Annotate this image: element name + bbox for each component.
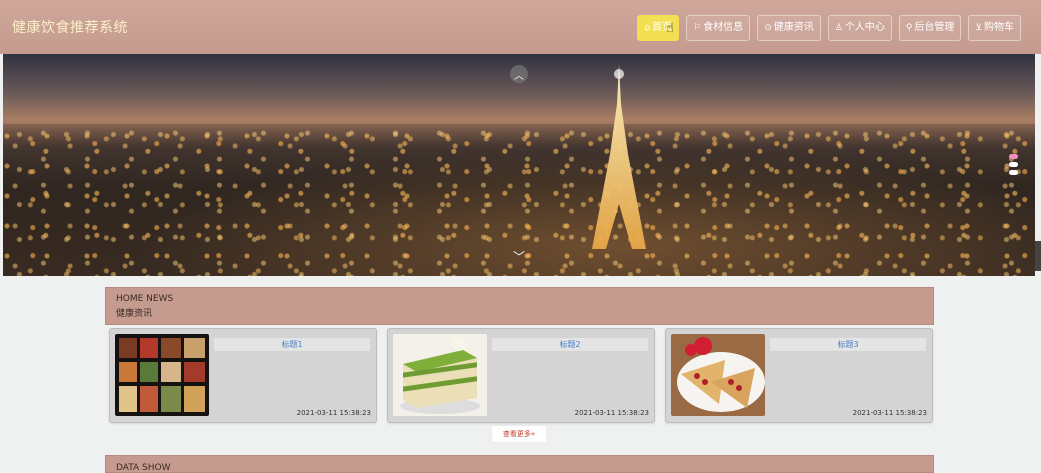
carousel-dot-3[interactable] [1009,170,1018,175]
double-chevron-right-icon: » [530,430,536,438]
news-en-title: HOME NEWS [116,294,174,304]
main-nav: ⌂ 首页 ⚐ 食材信息 ⊙ 健康资讯 ♙ 个人中心 ⚲ 后台管理 ⊻ 购物车 [637,15,1021,41]
nav-ingredients-label: 食材信息 [703,22,744,33]
carousel-dot-1[interactable] [1009,154,1018,159]
news-card[interactable]: 标题2 2021-03-11 15:38:23 [387,328,655,423]
nav-health-news[interactable]: ⊙ 健康资讯 [757,15,821,41]
bento-box-image [115,334,209,416]
nav-health-news-label: 健康资讯 [773,22,814,33]
flag-icon: ⚐ [693,23,702,33]
top-header: 健康饮食推荐系统 ⌂ 首页 ⚐ 食材信息 ⊙ 健康资讯 ♙ 个人中心 ⚲ 后台管… [0,0,1041,54]
home-icon: ⌂ [644,23,651,33]
view-more-label: 查看更多 [502,430,531,438]
news-card-time: 2021-03-11 15:38:23 [296,409,371,417]
news-cn-title: 健康资讯 [116,309,153,319]
view-more-button[interactable]: 查看更多» [491,425,547,443]
site-title[interactable]: 健康饮食推荐系统 [12,17,128,37]
nav-admin[interactable]: ⚲ 后台管理 [898,15,962,41]
nav-ingredients[interactable]: ⚐ 食材信息 [686,15,751,41]
news-card[interactable]: 标题1 2021-03-11 15:38:23 [109,328,377,423]
nav-admin-label: 后台管理 [914,22,955,33]
info-circle-icon: ⊙ [764,23,772,33]
matcha-cake-image [393,334,487,416]
data-show-en-title: DATA SHOW [116,463,171,473]
news-card-title[interactable]: 标题3 [770,338,926,351]
news-card-time: 2021-03-11 15:38:23 [852,409,927,417]
news-card-title[interactable]: 标题2 [492,338,648,351]
side-panel-toggle[interactable] [1035,241,1041,271]
chevron-up-icon[interactable]: ︿ [510,65,528,83]
carousel-pagination [1009,154,1018,175]
nav-cart[interactable]: ⊻ 购物车 [968,15,1021,41]
nav-cart-label: 购物车 [984,22,1014,33]
nav-personal-center[interactable]: ♙ 个人中心 [827,15,892,41]
chevron-down-icon[interactable]: ﹀ [510,247,528,265]
carousel-dot-2[interactable] [1009,162,1018,167]
news-card[interactable]: 标题3 2021-03-11 15:38:23 [665,328,933,423]
cart-icon: ⊻ [975,23,982,33]
news-card-time: 2021-03-11 15:38:23 [574,409,649,417]
news-section-header: HOME NEWS 健康资讯 [105,287,934,325]
news-card-list: 标题1 2021-03-11 15:38:23 标题2 2021-03-11 1… [109,328,933,423]
link-icon: ⚲ [905,23,913,33]
hand-cursor-icon: ☝ [666,21,674,36]
news-card-title[interactable]: 标题1 [214,338,370,351]
crepe-image [671,334,765,416]
eiffel-tower-image [592,64,646,249]
nav-personal-center-label: 个人中心 [844,22,885,33]
banner-carousel[interactable]: ︿ ﹀ [3,54,1035,276]
data-show-section-header: DATA SHOW [105,455,934,473]
user-icon: ♙ [834,23,843,33]
